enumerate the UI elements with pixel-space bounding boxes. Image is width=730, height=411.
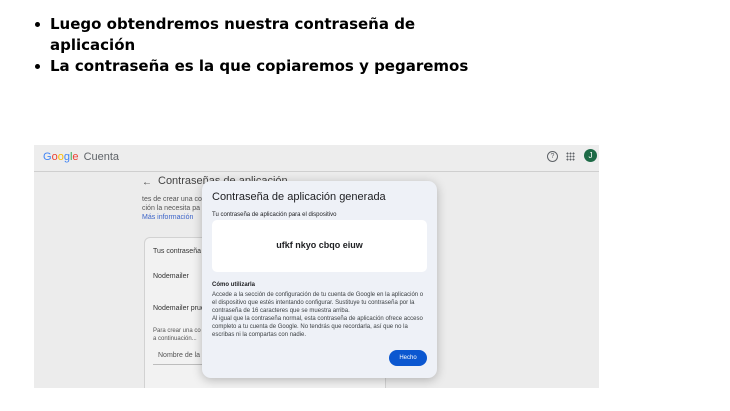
app-password-row[interactable]: Nodemailer [153,273,189,280]
dialog-title: Contraseña de aplicación generada [212,191,386,203]
more-info-link[interactable]: Más información [142,214,193,221]
done-button[interactable]: Hecho [389,350,427,366]
how-to-use-text: Accede a la sección de configuración de … [212,291,427,339]
back-arrow-icon[interactable]: ← [142,177,152,188]
card-title: Tus contraseña [153,248,201,255]
intro-line: tes de crear una co [142,196,202,203]
create-line: a continuación... [153,336,197,342]
bullet-item: La contraseña es la que copiaremos y peg… [35,57,469,75]
how-paragraph: Al igual que la contraseña normal, esta … [212,316,423,338]
how-to-use-title: Cómo utilizarla [212,282,256,288]
app-password-row[interactable]: Nodemailer prue [153,305,205,312]
create-instructions: Para crear una co a continuación... [153,327,201,343]
create-line: Para crear una co [153,328,201,334]
slide-bullet-list: Luego obtendremos nuestra contraseña de … [34,14,470,77]
google-account-screenshot: Google Cuenta ? J ← Contraseñas de aplic… [34,145,599,388]
dialog-subtitle: Tu contraseña de aplicación para el disp… [212,212,337,218]
bullet-item: Luego obtendremos nuestra contraseña de … [35,14,470,56]
intro-text: tes de crear una co ción la necesita pa [142,195,202,213]
generated-password[interactable]: ufkf nkyo cbqo eiuw [212,240,427,250]
generated-password-dialog: Contraseña de aplicación generada Tu con… [202,181,437,378]
intro-line: ción la necesita pa [142,205,200,212]
password-box: ufkf nkyo cbqo eiuw [212,220,427,272]
how-paragraph: Accede a la sección de configuración de … [212,292,424,314]
